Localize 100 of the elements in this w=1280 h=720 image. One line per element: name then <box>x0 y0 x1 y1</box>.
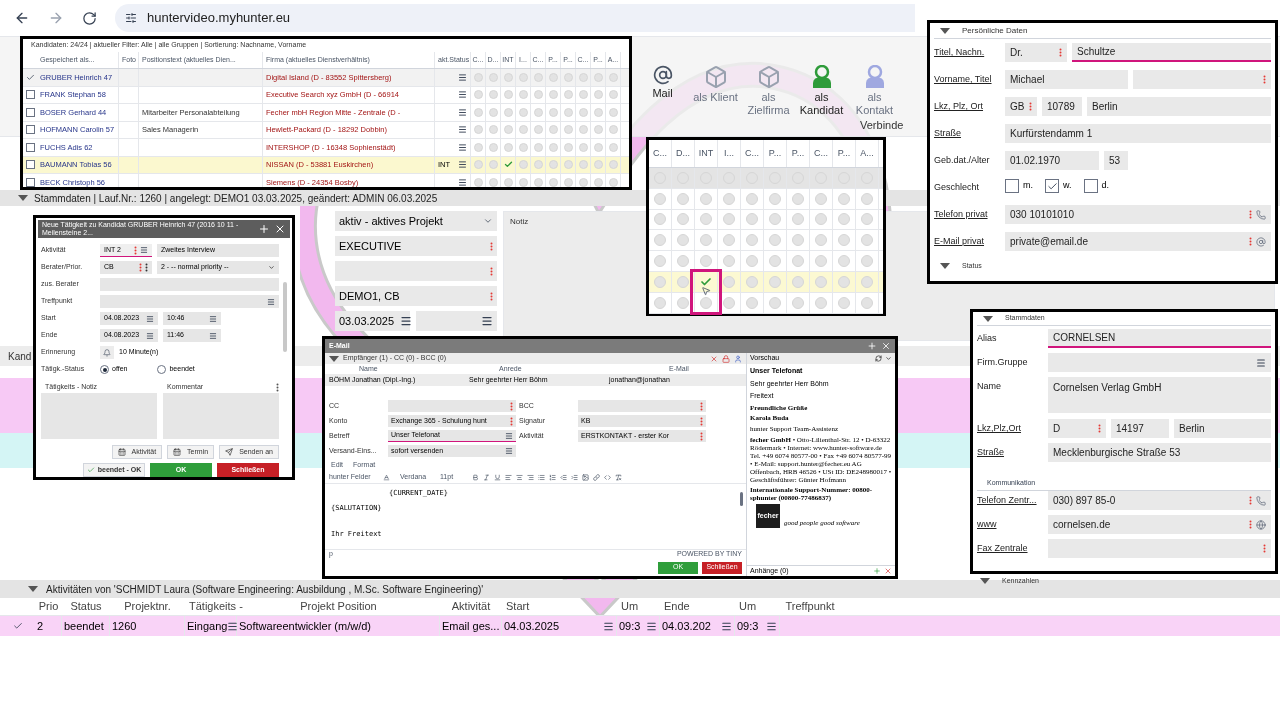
checkbox[interactable] <box>25 125 35 135</box>
dropdown-icon[interactable] <box>268 264 275 271</box>
column-header[interactable]: A... <box>860 146 874 161</box>
column-header[interactable]: Treffpunkt <box>785 600 835 613</box>
input-field[interactable]: Kurfürstendamm 1 <box>1005 124 1271 143</box>
input-field[interactable]: Mecklenburgische Straße 53 <box>1048 443 1271 462</box>
menu-icon[interactable] <box>227 620 239 632</box>
collapse-icon[interactable] <box>18 195 28 201</box>
input-field[interactable] <box>1048 353 1271 372</box>
menu-icon[interactable] <box>481 315 493 327</box>
collapse-icon[interactable] <box>940 27 950 34</box>
align-left-icon[interactable] <box>505 473 512 481</box>
code-icon[interactable] <box>604 473 611 481</box>
add-icon[interactable] <box>873 567 881 575</box>
table-row[interactable]: 2 beendet 1260 Eingang Softwareentwickler (m/w/d) Email ges... 04.03.2025 09:3 04.03.202 09:3 <box>0 616 1280 636</box>
input-field[interactable] <box>578 400 706 412</box>
column-header[interactable]: Tätigkeits - <box>189 600 243 613</box>
input-field[interactable] <box>416 311 497 331</box>
more-icon[interactable] <box>276 383 279 392</box>
input-field[interactable]: 030) 897 85-0 <box>1048 491 1271 510</box>
collapse-icon[interactable] <box>940 263 950 269</box>
collapse-icon[interactable] <box>980 578 990 584</box>
bullet-list-icon[interactable] <box>538 473 545 481</box>
delete-icon[interactable] <box>710 354 718 363</box>
menu-icon[interactable] <box>458 107 467 117</box>
forward-icon[interactable] <box>48 10 64 26</box>
menu-icon[interactable] <box>458 177 467 187</box>
input-field[interactable] <box>1048 539 1271 558</box>
address-bar[interactable]: huntervideo.myhunter.eu <box>115 4 915 32</box>
input-field[interactable] <box>1133 70 1271 89</box>
reload-icon[interactable] <box>82 10 97 26</box>
input-field[interactable]: CORNELSEN <box>1048 329 1271 348</box>
tab[interactable]: Kand <box>8 348 32 364</box>
input-field[interactable]: GB <box>1005 97 1037 116</box>
dropdown-icon[interactable] <box>483 216 493 226</box>
input-field[interactable]: D <box>1048 419 1106 438</box>
collapse-icon[interactable] <box>28 586 38 592</box>
ribbon-button[interactable]: Mail <box>640 65 685 100</box>
close-icon[interactable] <box>881 341 891 351</box>
input-field[interactable]: 14197 <box>1111 419 1169 438</box>
menu-icon[interactable] <box>400 315 413 327</box>
input-field[interactable]: DEMO1, CB <box>335 286 497 306</box>
close-icon[interactable] <box>274 223 286 235</box>
italic-icon[interactable] <box>483 473 490 481</box>
column-header[interactable]: Projektnr. <box>124 600 171 613</box>
ribbon-button[interactable]: als Kandidat <box>799 65 844 117</box>
outdent-icon[interactable] <box>560 473 567 481</box>
column-header[interactable]: Ende <box>664 600 690 613</box>
column-header[interactable]: Aktivität <box>451 600 491 613</box>
input-field[interactable]: private@email.de <box>1005 232 1271 251</box>
bold-icon[interactable] <box>472 473 479 481</box>
column-header[interactable]: P... <box>791 146 805 161</box>
add-icon[interactable] <box>258 223 270 235</box>
menu-icon[interactable] <box>458 90 467 100</box>
column-header[interactable]: C... <box>814 146 828 161</box>
phone-icon[interactable] <box>1256 495 1266 506</box>
menu-icon[interactable] <box>766 620 777 632</box>
column-header[interactable]: Um <box>739 600 757 613</box>
input-field[interactable]: EXECUTIVE <box>335 236 497 256</box>
text-color-icon[interactable] <box>383 473 390 481</box>
input-field[interactable]: cornelsen.de <box>1048 515 1271 534</box>
link-icon[interactable] <box>593 473 600 481</box>
menu-icon[interactable] <box>458 125 467 135</box>
column-header[interactable]: Start <box>506 600 530 613</box>
checkbox[interactable] <box>25 142 35 152</box>
delete-icon[interactable] <box>884 567 892 575</box>
at-icon[interactable] <box>1256 236 1266 247</box>
input-field[interactable]: aktiv - aktives Projekt <box>335 211 497 231</box>
column-header[interactable]: C... <box>653 146 667 161</box>
input-field[interactable]: Dr. <box>1005 43 1067 62</box>
checkbox[interactable] <box>25 177 35 187</box>
column-header[interactable]: P... <box>837 146 851 161</box>
input-field[interactable] <box>100 295 279 308</box>
column-header[interactable]: I... <box>724 146 734 161</box>
input-field[interactable]: 030 10101010 <box>1005 205 1271 224</box>
input-field[interactable]: Michael <box>1005 70 1128 89</box>
checkbox[interactable] <box>25 107 35 117</box>
refresh-icon[interactable] <box>875 355 882 362</box>
person-icon[interactable] <box>734 354 742 363</box>
column-header[interactable]: Um <box>621 600 639 613</box>
input-field[interactable]: 01.02.1970 <box>1005 151 1099 170</box>
column-header[interactable]: P... <box>768 146 782 161</box>
image-icon[interactable] <box>582 473 589 481</box>
column-header[interactable]: Prio <box>38 600 59 613</box>
add-icon[interactable] <box>867 341 877 351</box>
input-field[interactable]: 10789 <box>1042 97 1082 116</box>
numbered-list-icon[interactable] <box>549 473 556 481</box>
input-field[interactable] <box>335 261 497 281</box>
align-center-icon[interactable] <box>516 473 523 481</box>
column-header[interactable]: INT <box>698 146 714 161</box>
bell-button[interactable] <box>100 346 114 359</box>
clear-format-icon[interactable] <box>615 473 622 481</box>
input-field[interactable]: Berlin <box>1174 419 1271 438</box>
menu-icon[interactable] <box>603 620 614 632</box>
collapse-icon[interactable] <box>983 315 993 322</box>
align-right-icon[interactable] <box>527 473 534 481</box>
phone-icon[interactable] <box>1256 209 1266 220</box>
dropdown-icon[interactable] <box>885 355 892 362</box>
checkbox[interactable] <box>25 90 35 100</box>
input-field[interactable] <box>388 400 516 412</box>
